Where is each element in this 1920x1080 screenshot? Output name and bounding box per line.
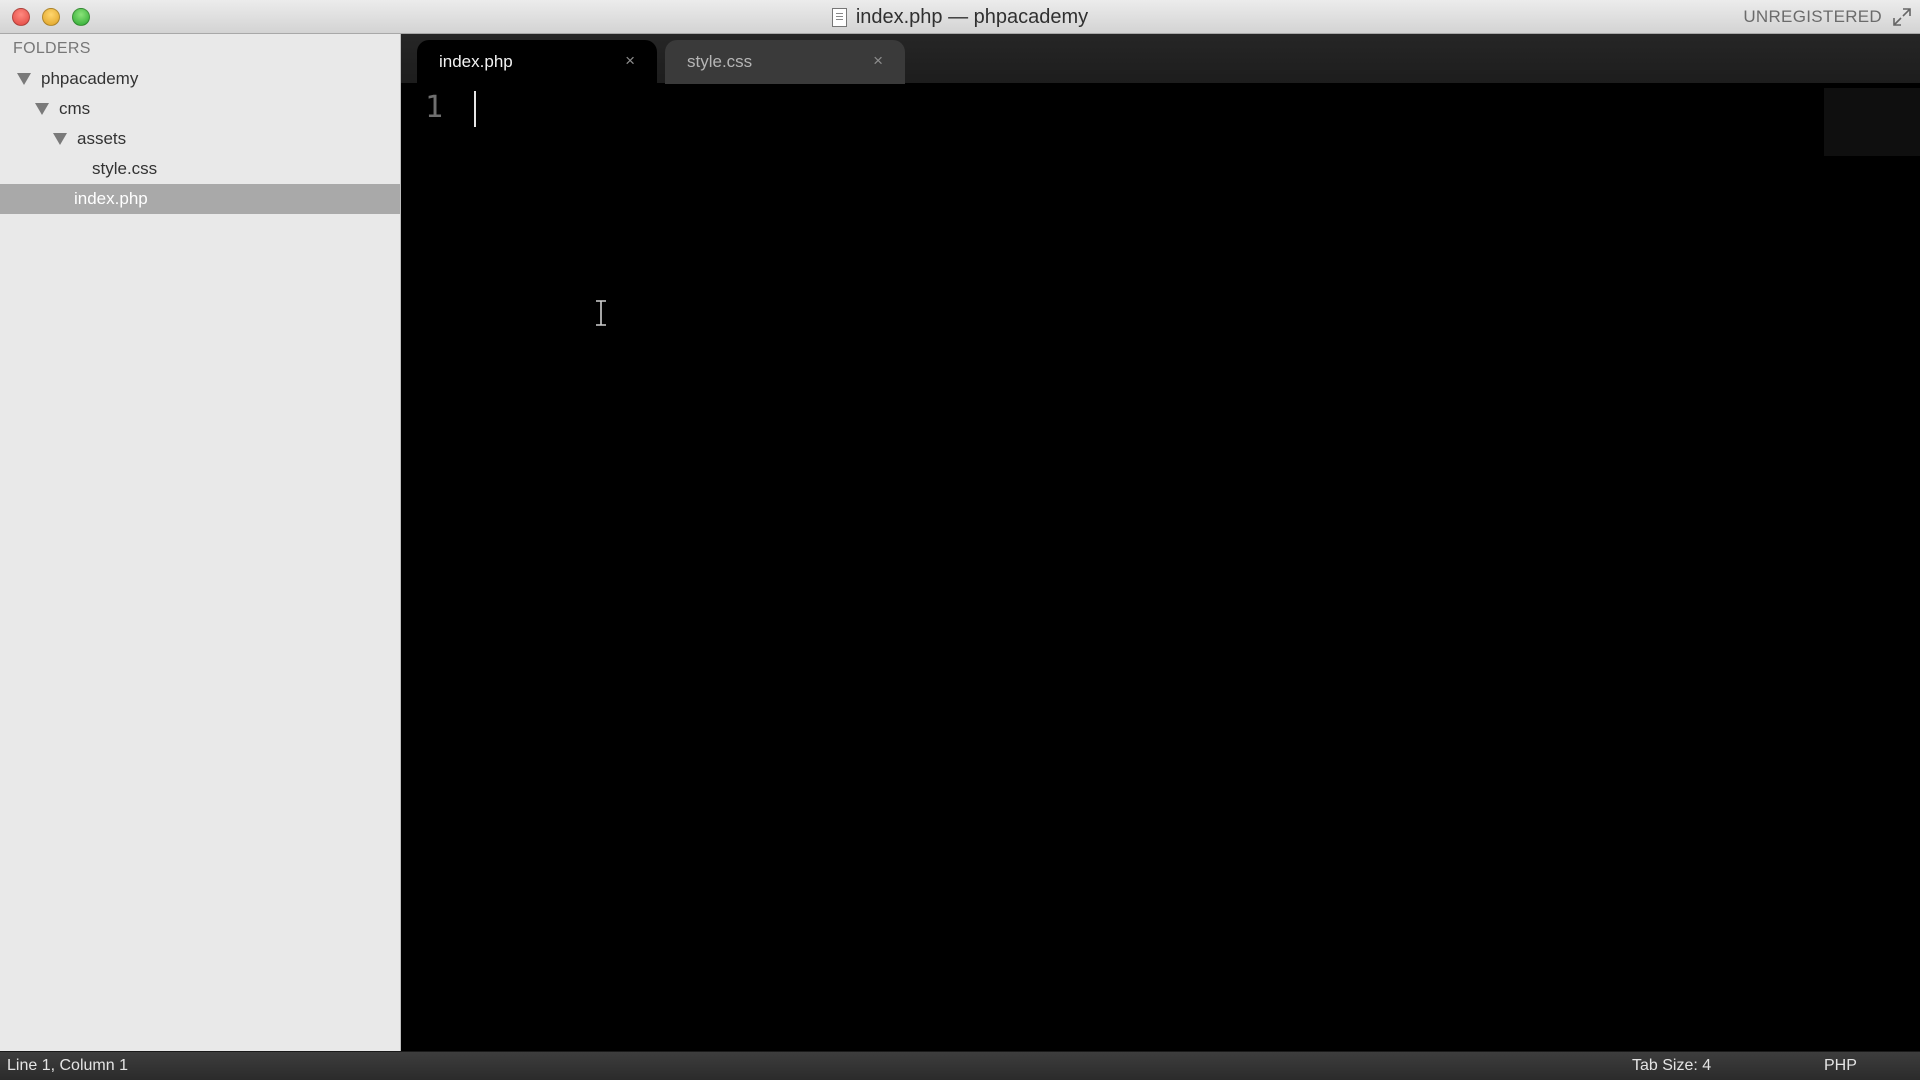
tree-file-style-css[interactable]: style.css [0,154,400,184]
tab-label: index.php [439,52,513,71]
tree-item-label: index.php [74,189,148,208]
minimize-window-button[interactable] [42,8,60,26]
syntax-selector[interactable]: PHP [1824,1057,1857,1075]
fullscreen-icon[interactable] [1892,7,1912,27]
tree-item-label: style.css [92,159,158,178]
document-icon [831,7,847,27]
folders-heading: FOLDERS [13,40,91,57]
text-caret [474,91,476,127]
disclosure-triangle-icon[interactable] [53,133,67,145]
status-bar: Line 1, Column 1 Tab Size: 4 PHP [0,1051,1920,1080]
tree-folder-phpacademy[interactable]: phpacademy [0,64,400,94]
cursor-position: Line 1, Column 1 [7,1057,128,1074]
tree-item-label: assets [77,129,127,148]
code-editor[interactable]: 1 [401,84,1920,1051]
tab-close-icon[interactable]: × [873,52,883,69]
tree-item-label: cms [59,99,91,118]
tree-file-index-php[interactable]: index.php [0,184,400,214]
title-container: index.php — phpacademy [0,0,1920,34]
text-cursor-icon [596,300,606,326]
tree-folder-assets[interactable]: assets [0,124,400,154]
tab-style-css[interactable]: style.css × [665,40,905,84]
disclosure-triangle-icon[interactable] [35,103,49,115]
tree-folder-cms[interactable]: cms [0,94,400,124]
tab-bar: index.php × style.css × [401,34,1920,84]
title-bar: index.php — phpacademy UNREGISTERED [0,0,1920,34]
tab-index-php[interactable]: index.php × [417,40,657,84]
maximize-window-button[interactable] [72,8,90,26]
tree-item-label: phpacademy [41,69,139,88]
minimap-viewport[interactable] [1824,88,1920,156]
line-number: 1 [425,90,444,125]
sidebar: FOLDERS phpacademy cms assets style.css … [0,34,401,1051]
disclosure-triangle-icon[interactable] [17,73,31,85]
tab-close-icon[interactable]: × [625,52,635,69]
tab-size-setting[interactable]: Tab Size: 4 [1632,1057,1711,1075]
close-window-button[interactable] [12,8,30,26]
license-status: UNREGISTERED [1743,7,1882,26]
tab-label: style.css [687,52,753,71]
window-title: index.php — phpacademy [855,5,1089,28]
